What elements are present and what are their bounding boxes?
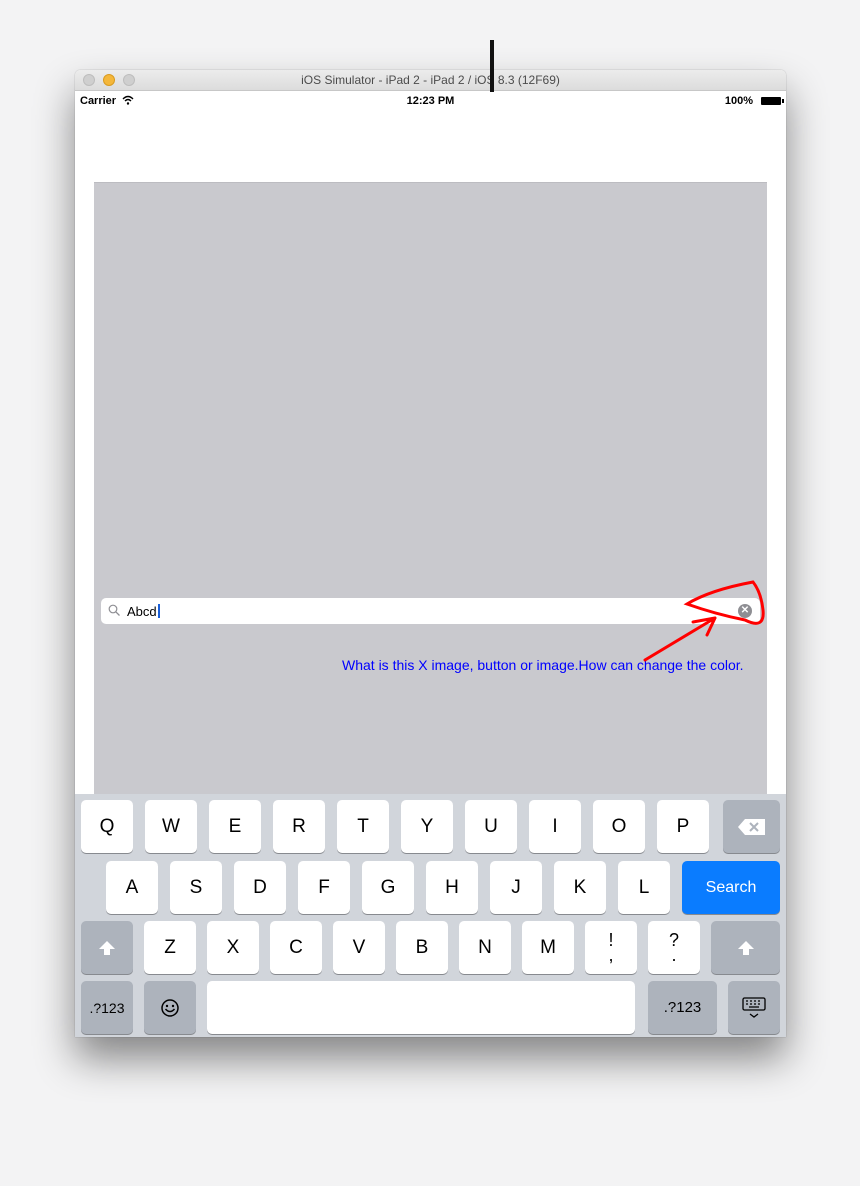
key-c[interactable]: C	[270, 921, 322, 974]
content-area: Abcd ✕ What is this X image, button or i…	[94, 182, 767, 795]
key-b[interactable]: B	[396, 921, 448, 974]
key-m[interactable]: M	[522, 921, 574, 974]
search-icon	[108, 604, 120, 616]
key-g[interactable]: G	[362, 861, 414, 914]
key-z[interactable]: Z	[144, 921, 196, 974]
status-time: 12:23 PM	[406, 95, 455, 107]
cursor-bar	[490, 40, 494, 92]
key-e[interactable]: E	[209, 800, 261, 853]
key-q[interactable]: Q	[81, 800, 133, 853]
key-question-period[interactable]: ?.	[648, 921, 700, 974]
shift-arrow-icon	[737, 940, 754, 955]
battery-icon	[761, 97, 784, 105]
keyboard-dismiss-icon	[742, 996, 766, 1018]
key-f[interactable]: F	[298, 861, 350, 914]
search-key[interactable]: Search	[682, 861, 780, 914]
search-value: Abcd	[127, 604, 157, 619]
emoji-key[interactable]	[144, 981, 196, 1034]
numbers-key-left[interactable]: .?123	[81, 981, 133, 1034]
shift-key-right[interactable]	[711, 921, 780, 974]
search-text: Abcd	[127, 604, 160, 619]
key-r[interactable]: R	[273, 800, 325, 853]
window-titlebar: iOS Simulator - iPad 2 - iPad 2 / iOS 8.…	[75, 70, 786, 91]
space-key[interactable]	[207, 981, 635, 1034]
shift-arrow-icon	[99, 940, 115, 955]
key-l[interactable]: L	[618, 861, 670, 914]
battery-percent: 100%	[724, 95, 753, 107]
numbers-key-right[interactable]: .?123	[648, 981, 717, 1034]
key-exclaim-comma[interactable]: !,	[585, 921, 637, 974]
search-input[interactable]: Abcd ✕	[101, 598, 760, 624]
punct-bottom: .	[671, 944, 677, 965]
backspace-icon	[737, 818, 765, 835]
key-d[interactable]: D	[234, 861, 286, 914]
punct-stack: ?.	[669, 931, 679, 965]
key-k[interactable]: K	[554, 861, 606, 914]
text-caret	[157, 604, 160, 618]
key-h[interactable]: H	[426, 861, 478, 914]
clear-icon[interactable]: ✕	[738, 604, 752, 618]
key-s[interactable]: S	[170, 861, 222, 914]
dismiss-keyboard-key[interactable]	[728, 981, 780, 1034]
key-o[interactable]: O	[593, 800, 645, 853]
annotation-question: What is this X image, button or image.Ho…	[342, 657, 744, 673]
key-v[interactable]: V	[333, 921, 385, 974]
key-u[interactable]: U	[465, 800, 517, 853]
window-title: iOS Simulator - iPad 2 - iPad 2 / iOS 8.…	[301, 73, 560, 87]
key-p[interactable]: P	[657, 800, 709, 853]
emoji-icon	[161, 998, 179, 1017]
key-a[interactable]: A	[106, 861, 158, 914]
key-x[interactable]: X	[207, 921, 259, 974]
ios-keyboard: Q W E R T Y U I O P A S D F G H J K L Se…	[75, 794, 786, 1037]
key-i[interactable]: I	[529, 800, 581, 853]
ios-status-bar: Carrier 12:23 PM 100%	[75, 91, 786, 111]
key-j[interactable]: J	[490, 861, 542, 914]
key-y[interactable]: Y	[401, 800, 453, 853]
backspace-key[interactable]	[723, 800, 780, 853]
key-t[interactable]: T	[337, 800, 389, 853]
simulator-window: iOS Simulator - iPad 2 - iPad 2 / iOS 8.…	[75, 70, 786, 1037]
punct-stack: !,	[608, 931, 614, 965]
key-w[interactable]: W	[145, 800, 197, 853]
key-n[interactable]: N	[459, 921, 511, 974]
shift-key-left[interactable]	[81, 921, 133, 974]
punct-bottom: ,	[608, 944, 614, 965]
